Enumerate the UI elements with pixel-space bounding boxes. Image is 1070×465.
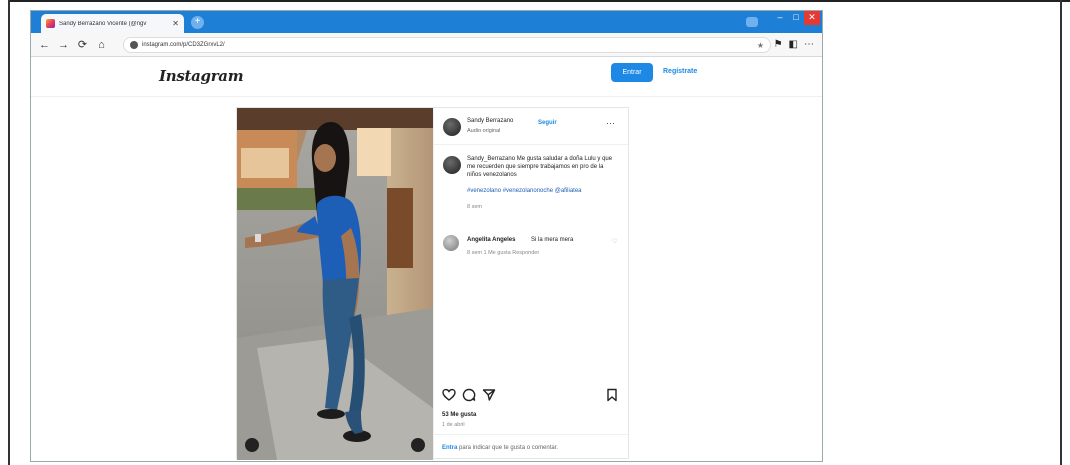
author-username[interactable]: Sandy Berrazano — [467, 118, 513, 124]
more-options-button[interactable]: ··· — [606, 118, 615, 128]
maximize-button[interactable]: □ — [788, 11, 804, 25]
login-prompt-text: para indicar que te gusta o comentar. — [457, 445, 559, 451]
commenter-avatar[interactable] — [443, 235, 459, 251]
post-card: Sandy Berrazano Seguir Audio original ··… — [236, 107, 630, 460]
frame-rule-left — [8, 0, 10, 465]
address-bar[interactable]: instagram.com/p/CD3ZGrxvL2/ ★ — [123, 37, 771, 53]
header-divider — [434, 144, 630, 145]
browser-toolbar: ← → ⟳ ⌂ instagram.com/p/CD3ZGrxvL2/ ★ ⚑ … — [31, 33, 822, 57]
back-button[interactable]: ← — [39, 39, 50, 51]
tab-bar: Sandy Berrazano Vicente (@ngv ✕ + – □ ✕ — [31, 11, 822, 33]
browser-window: Sandy Berrazano Vicente (@ngv ✕ + – □ ✕ … — [30, 10, 823, 462]
url-text[interactable]: instagram.com/p/CD3ZGrxvL2/ — [142, 42, 753, 48]
comment-icon[interactable] — [462, 388, 476, 402]
commenter-username[interactable]: Angelita Angeles — [467, 237, 515, 243]
comment-like-icon[interactable]: ♡ — [612, 238, 617, 245]
close-window-button[interactable]: ✕ — [804, 11, 820, 25]
tagged-users-icon[interactable] — [411, 438, 425, 452]
scanned-page: Sandy Berrazano Vicente (@ngv ✕ + – □ ✕ … — [0, 0, 1070, 465]
login-prompt-link[interactable]: Entra — [442, 445, 457, 451]
instagram-page: Instagram Entrar Regístrate Sandy Berraz… — [31, 57, 822, 461]
login-button[interactable]: Entrar — [611, 63, 653, 82]
post-photo-image — [237, 108, 433, 460]
post-sidebar: Sandy Berrazano Seguir Audio original ··… — [433, 108, 630, 460]
post-caption: Sandy_Berrazano Me gusta saludar a doña … — [467, 156, 613, 178]
toolbar-right-icons: ⚑ ◧ ⋯ — [774, 39, 814, 50]
share-icon[interactable] — [482, 388, 496, 402]
author-subtitle: Audio original — [467, 128, 501, 134]
post-actions — [440, 388, 625, 406]
caption-time: 8 sem — [467, 204, 482, 210]
new-tab-button[interactable]: + — [191, 16, 204, 29]
menu-icon[interactable]: ⋯ — [804, 39, 814, 50]
login-prompt: Entra para indicar que te gusta o coment… — [442, 445, 558, 451]
comment-meta[interactable]: 8 sem 1 Me gusta Responder — [467, 250, 539, 256]
instagram-header: Instagram Entrar Regístrate — [31, 57, 822, 97]
frame-rule-right — [1060, 0, 1062, 465]
lock-icon — [130, 41, 138, 49]
author-avatar[interactable] — [443, 118, 461, 136]
footer-divider — [434, 434, 630, 435]
frame-rule-top — [8, 0, 1070, 2]
post-photo[interactable] — [237, 108, 433, 460]
minimize-button[interactable]: – — [772, 11, 788, 25]
caption-hashtags[interactable]: #venezolano #venezolanonoche @afiliatea — [467, 187, 617, 195]
likes-count[interactable]: 53 Me gusta — [442, 412, 476, 418]
extensions-icon[interactable]: ⚑ — [774, 39, 783, 50]
bookmark-star-icon[interactable]: ★ — [757, 41, 764, 50]
instagram-favicon-icon — [46, 19, 55, 28]
like-icon[interactable] — [442, 388, 456, 402]
tab-list-dropdown[interactable] — [746, 17, 758, 27]
tab-close-icon[interactable]: ✕ — [172, 19, 179, 28]
save-icon[interactable] — [606, 388, 618, 402]
forward-button[interactable]: → — [58, 39, 69, 51]
home-button[interactable]: ⌂ — [96, 39, 107, 51]
comment-text: Si la mera mera — [531, 237, 574, 243]
follow-link[interactable]: Seguir — [538, 120, 557, 126]
reload-button[interactable]: ⟳ — [77, 38, 88, 51]
tab-title: Sandy Berrazano Vicente (@ngv — [59, 20, 147, 27]
tab-instagram-post[interactable]: Sandy Berrazano Vicente (@ngv ✕ — [41, 14, 184, 33]
caption-avatar[interactable] — [443, 156, 461, 174]
instagram-logo[interactable]: Instagram — [159, 67, 244, 85]
window-controls: – □ ✕ — [746, 11, 820, 33]
post-date: 1 de abril — [442, 422, 465, 428]
mute-icon[interactable] — [245, 438, 259, 452]
sidebar-icon[interactable]: ◧ — [789, 39, 798, 50]
register-link[interactable]: Regístrate — [663, 68, 697, 75]
